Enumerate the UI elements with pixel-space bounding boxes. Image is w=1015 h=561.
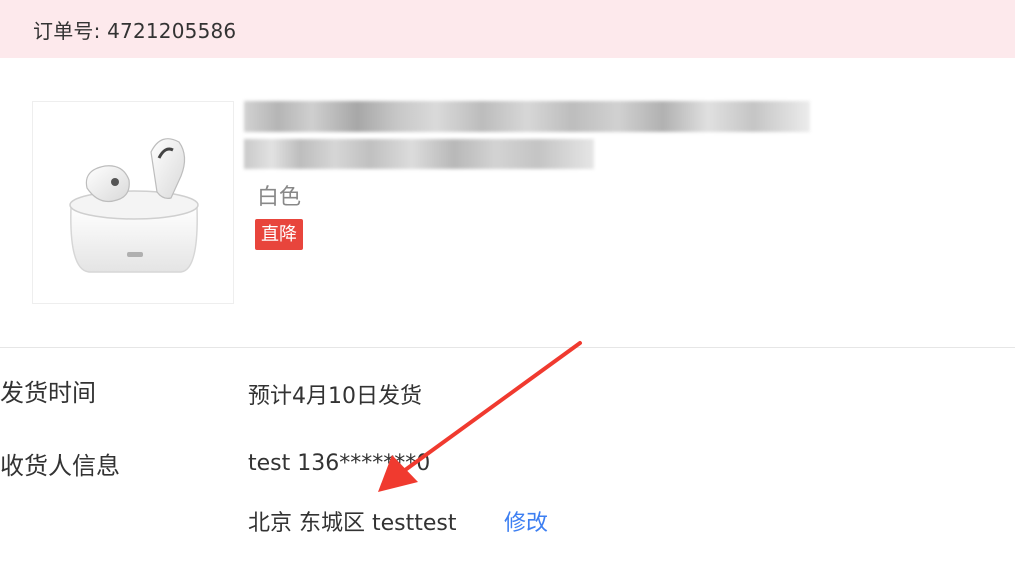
order-number-bar: 订单号: 4721205586 xyxy=(0,0,1015,58)
shipping-time-value: 预计4月10日发货 xyxy=(248,384,422,409)
product-color: 白色 xyxy=(257,185,302,210)
product-title-line-2 xyxy=(244,139,594,169)
order-page: 订单号: 4721205586 白色 直降 发货时间 预计4月10日发货 收货人… xyxy=(0,0,1015,561)
receiver-info-label: 收货人信息 xyxy=(0,452,120,480)
earbuds-case-icon xyxy=(69,138,199,273)
product-title-line-1 xyxy=(244,101,810,132)
product-image[interactable] xyxy=(32,101,234,304)
section-divider xyxy=(0,347,1015,348)
edit-address-link[interactable]: 修改 xyxy=(504,505,548,537)
receiver-address: 北京 东城区 testtest xyxy=(248,511,457,536)
order-number-label: 订单号: 4721205586 xyxy=(33,18,237,43)
discount-badge: 直降 xyxy=(255,219,303,250)
receiver-name-phone: test 136*******0 xyxy=(248,451,431,476)
shipping-time-label: 发货时间 xyxy=(0,379,96,407)
